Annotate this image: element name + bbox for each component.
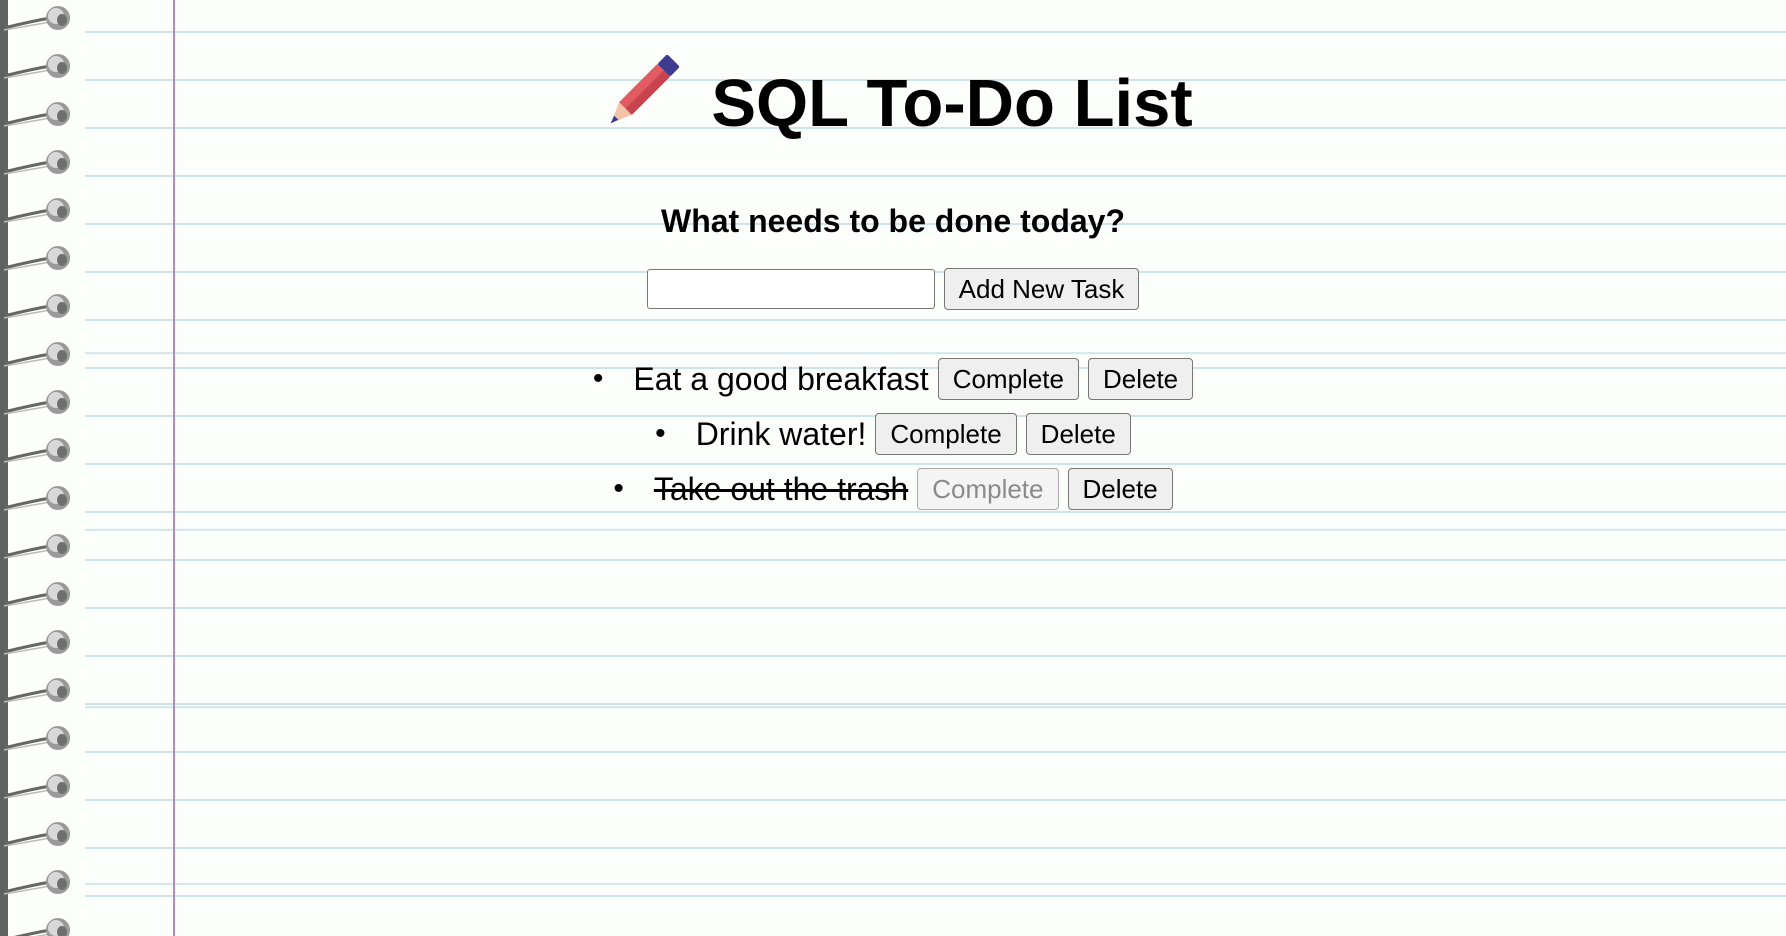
task-text: Eat a good breakfast	[633, 361, 929, 397]
delete-button[interactable]: Delete	[1087, 358, 1194, 400]
task-text: Drink water!	[695, 416, 867, 452]
spiral-ring	[0, 722, 80, 756]
page-title: SQL To-Do List	[711, 65, 1193, 141]
spiral-ring	[0, 530, 80, 564]
complete-button[interactable]: Complete	[937, 358, 1079, 400]
new-task-input[interactable]	[646, 269, 935, 309]
task-item: • Take out the trash Complete Delete	[0, 468, 1786, 523]
task-prompt: What needs to be done today?	[660, 203, 1125, 239]
spiral-ring	[0, 146, 80, 180]
spiral-ring	[0, 626, 80, 660]
title-wrap: SQL To-Do List	[593, 45, 1193, 141]
add-task-button[interactable]: Add New Task	[943, 268, 1140, 310]
bullet: •	[613, 472, 624, 505]
task-text-completed: Take out the trash	[653, 471, 909, 507]
bullet: •	[655, 417, 666, 450]
add-task-form: Add New Task	[0, 268, 1786, 310]
spiral-ring	[0, 2, 80, 36]
spiral-ring	[0, 866, 80, 900]
complete-button-disabled: Complete	[917, 468, 1059, 510]
page-header: SQL To-Do List	[0, 45, 1786, 146]
complete-button[interactable]: Complete	[875, 413, 1017, 455]
bullet: •	[592, 362, 604, 395]
spiral-ring	[0, 674, 80, 708]
task-item: • Drink water! Complete Delete	[0, 413, 1786, 468]
delete-button[interactable]: Delete	[1067, 468, 1173, 510]
spiral-ring	[0, 914, 80, 936]
spiral-ring	[0, 818, 80, 852]
task-item: • Eat a good breakfast Complete Delete	[0, 358, 1786, 413]
spiral-ring	[0, 578, 80, 612]
task-list: • Eat a good breakfast Complete Delete • Dri…	[0, 358, 1786, 523]
spiral-ring	[0, 770, 80, 804]
delete-button[interactable]: Delete	[1025, 413, 1131, 455]
pencil-icon	[593, 45, 689, 141]
